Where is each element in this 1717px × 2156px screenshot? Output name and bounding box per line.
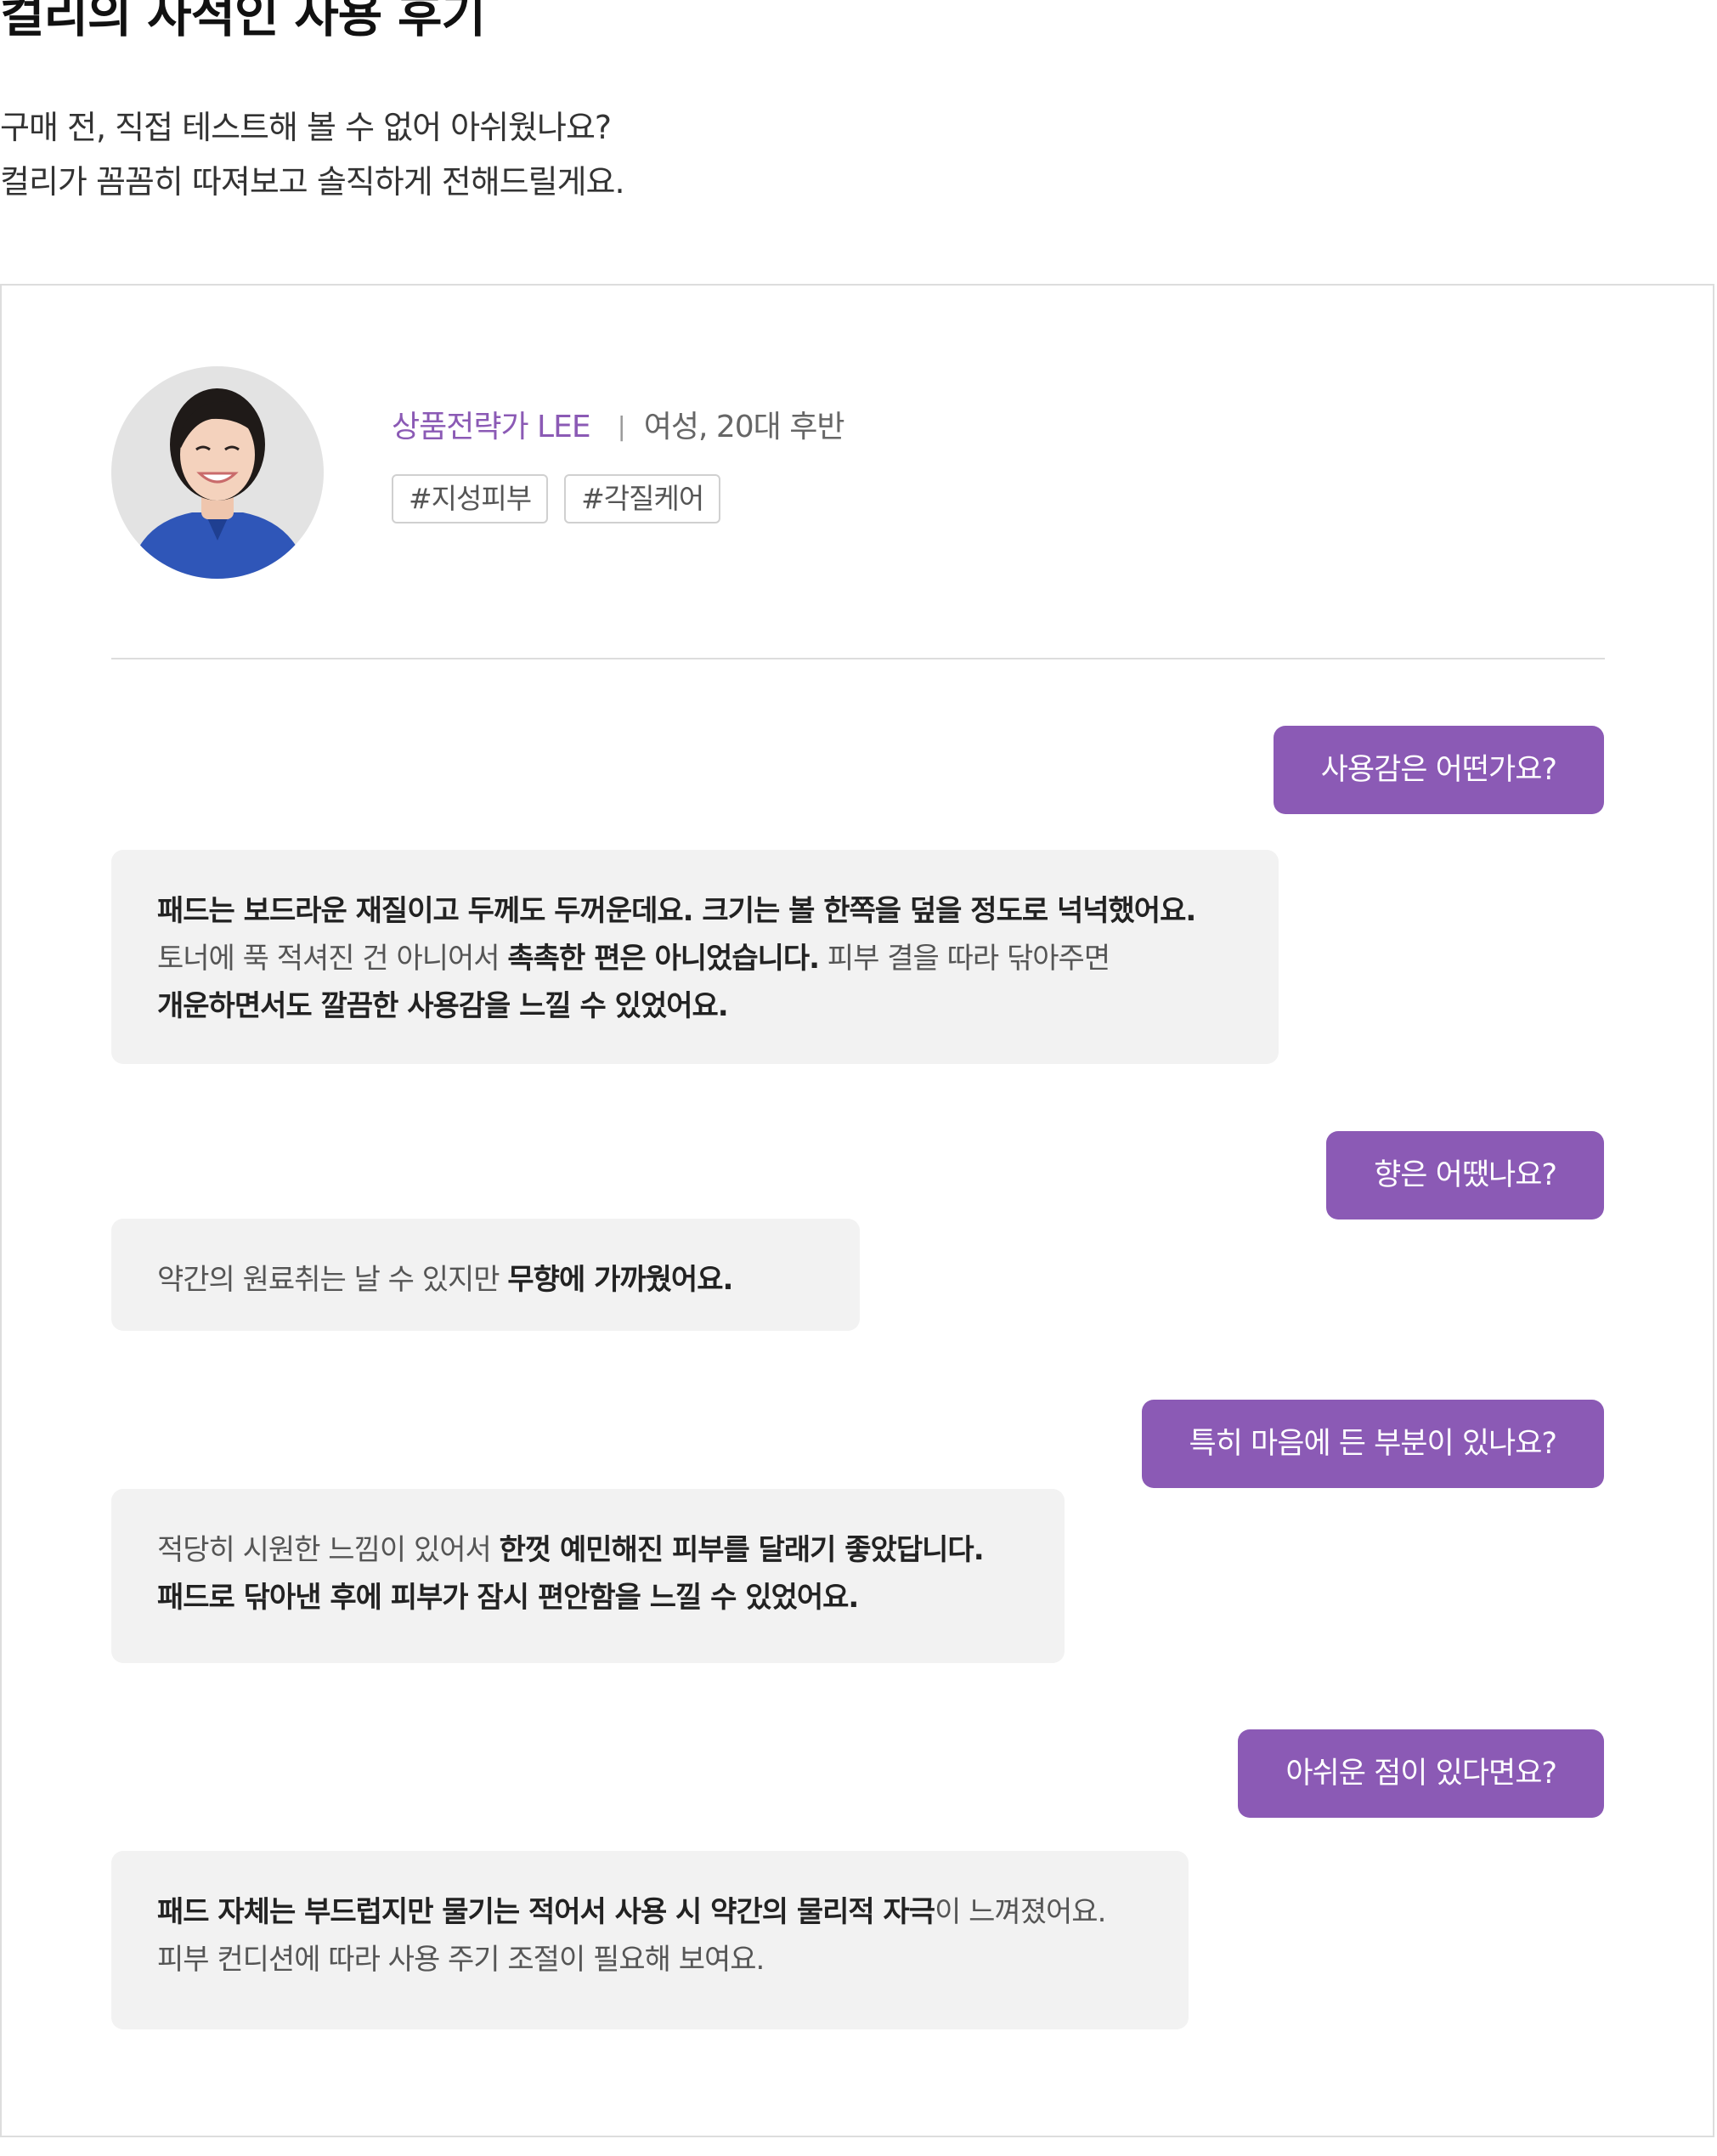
answer-line: 적당히 시원한 느낌이 있어서 한껏 예민해진 피부를 달래기 좋았답니다. (157, 1526, 1019, 1574)
intro-text: 구매 전, 직접 테스트해 볼 수 없어 아쉬웠나요? 컬리가 꼼꼼히 따져보고… (0, 100, 625, 209)
intro-line: 구매 전, 직접 테스트해 볼 수 없어 아쉬웠나요? (0, 109, 612, 146)
reviewer-demographic: 여성, 20대 후반 (643, 410, 845, 444)
review-card: 상품전략가 LEE | 여성, 20대 후반 #지성피부 #각질케어 사용감은 어떤… (0, 284, 1714, 2137)
intro-line: 컬리가 꼼꼼히 따져보고 솔직하게 전해드릴게요. (0, 163, 625, 201)
answer-line: 토너에 푹 적셔진 건 아니어서 촉촉한 편은 아니었습니다. 피부 결을 따라… (157, 935, 1233, 982)
answer-bubble: 적당히 시원한 느낌이 있어서 한껏 예민해진 피부를 달래기 좋았답니다. 패드… (111, 1489, 1065, 1663)
answer-line: 피부 컨디션에 따라 사용 주기 조절이 필요해 보여요. (157, 1936, 1143, 1983)
question-bubble: 특히 마음에 든 부분이 있나요? (1141, 1400, 1604, 1488)
answer-text: 패드 자체는 부드럽지만 물기는 적어서 사용 시 약간의 물리적 자극 (157, 1895, 935, 1929)
answer-text: 적당히 시원한 느낌이 있어서 (157, 1533, 500, 1567)
tag-list: #지성피부 #각질케어 (392, 474, 721, 523)
answer-line: 패드 자체는 부드럽지만 물기는 적어서 사용 시 약간의 물리적 자극이 느껴… (157, 1888, 1143, 1936)
separator: | (617, 412, 626, 442)
answer-line: 패드는 보드라운 재질이고 두께도 두꺼운데요. 크기는 볼 한쪽을 덮을 정도… (157, 887, 1233, 935)
tag-exfoliation-care: #각질케어 (564, 474, 721, 523)
answer-text: 피부 컨디션에 따라 사용 주기 조절이 필요해 보여요. (157, 1943, 765, 1977)
answer-text: 한껏 예민해진 피부를 달래기 좋았답니다. (499, 1533, 985, 1567)
reviewer-info: 상품전략가 LEE | 여성, 20대 후반 (392, 406, 844, 450)
answer-text: 개운하면서도 깔끔한 사용감을 느낄 수 있었어요. (157, 989, 729, 1023)
answer-text: 피부 결을 따라 닦아주면 (819, 942, 1110, 976)
answer-line: 약간의 원료취는 날 수 있지만 무향에 가까웠어요. (157, 1256, 814, 1304)
divider (111, 658, 1605, 659)
question-bubble: 아쉬운 점이 있다면요? (1238, 1729, 1604, 1818)
answer-text: 패드는 보드라운 재질이고 두께도 두꺼운데요. 크기는 볼 한쪽을 덮을 정도… (157, 894, 1196, 928)
answer-line: 개운하면서도 깔끔한 사용감을 느낄 수 있었어요. (157, 982, 1233, 1030)
answer-line: 패드로 닦아낸 후에 피부가 잠시 편안함을 느낄 수 있었어요. (157, 1574, 1019, 1621)
page-title: 컬리의 사적인 사용 후기 (0, 0, 486, 43)
answer-text: 약간의 원료취는 날 수 있지만 (157, 1263, 508, 1297)
answer-text: 무향에 가까웠어요. (507, 1263, 733, 1297)
answer-text: 토너에 푹 적셔진 건 아니어서 (157, 942, 508, 976)
question-bubble: 향은 어땠나요? (1326, 1131, 1604, 1219)
reviewer-role: 상품전략가 LEE (392, 410, 591, 444)
answer-bubble: 패드 자체는 부드럽지만 물기는 적어서 사용 시 약간의 물리적 자극이 느껴… (111, 1851, 1189, 2029)
question-bubble: 사용감은 어떤가요? (1273, 726, 1604, 814)
answer-text: 촉촉한 편은 아니었습니다. (507, 942, 820, 976)
answer-bubble: 패드는 보드라운 재질이고 두께도 두꺼운데요. 크기는 볼 한쪽을 덮을 정도… (111, 850, 1279, 1064)
answer-text: 패드로 닦아낸 후에 피부가 잠시 편안함을 느낄 수 있었어요. (157, 1581, 859, 1615)
avatar (111, 366, 324, 579)
answer-text: 이 느껴졌어요. (935, 1895, 1106, 1929)
answer-bubble: 약간의 원료취는 날 수 있지만 무향에 가까웠어요. (111, 1219, 860, 1331)
tag-oily-skin: #지성피부 (392, 474, 549, 523)
